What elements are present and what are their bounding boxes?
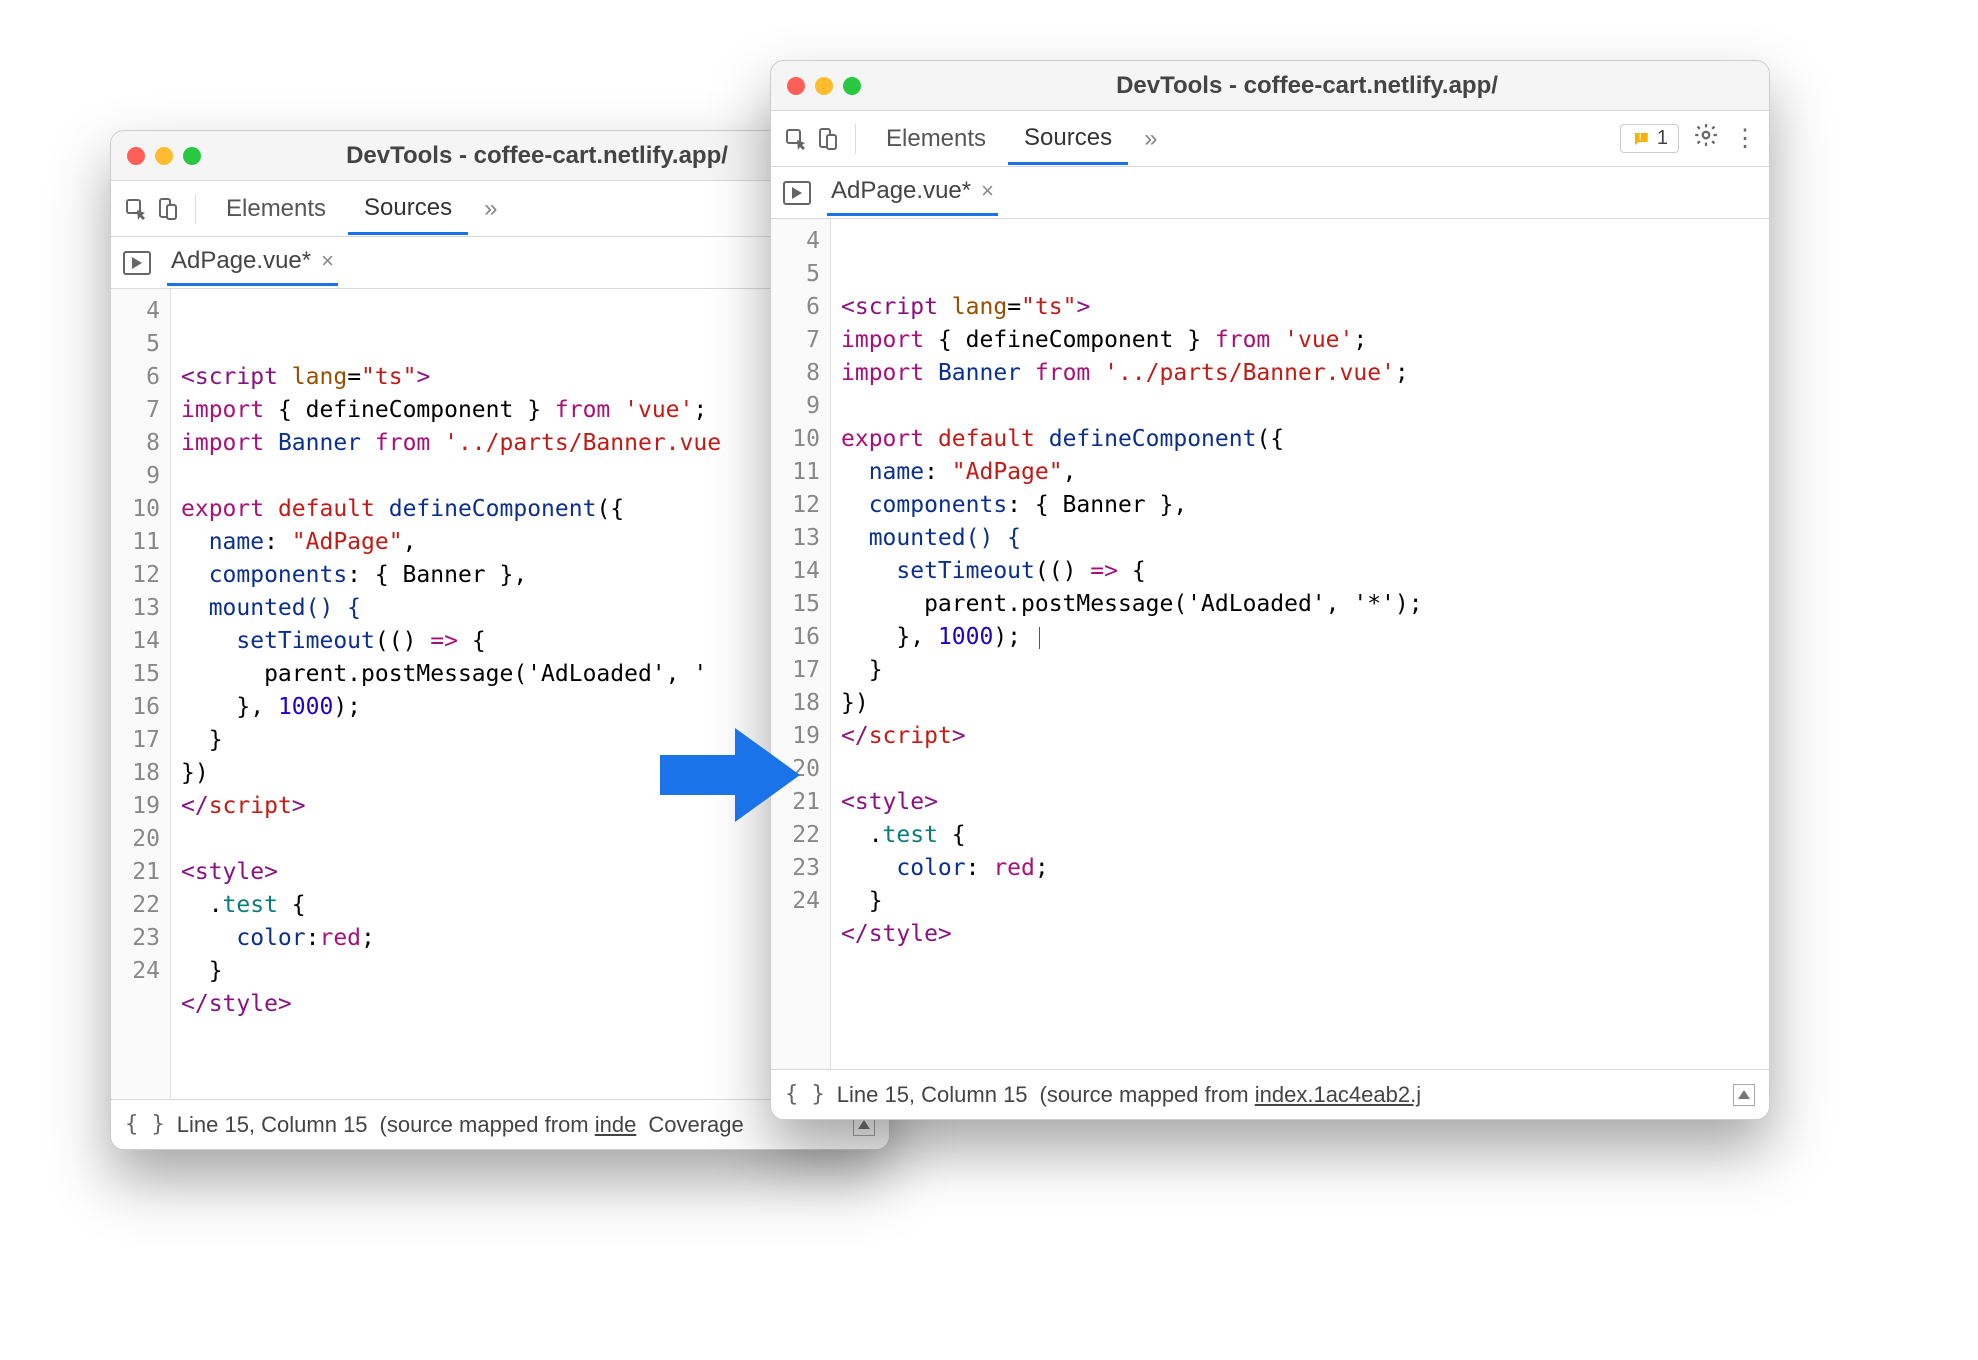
drawer-toggle-icon[interactable]: [1733, 1084, 1755, 1106]
window-close-button[interactable]: [127, 147, 145, 165]
more-options-icon[interactable]: ⋮: [1733, 124, 1757, 153]
more-tabs-chevron[interactable]: »: [474, 195, 507, 223]
source-map-info: (source mapped from inde: [380, 1112, 637, 1138]
issues-count: 1: [1657, 127, 1668, 150]
code-content[interactable]: <script lang="ts"> import { defineCompon…: [831, 219, 1769, 1069]
titlebar[interactable]: DevTools - coffee-cart.netlify.app/: [771, 61, 1769, 111]
cursor-position: Line 15, Column 15: [837, 1082, 1028, 1108]
svg-text:!: !: [1639, 131, 1642, 141]
coverage-label[interactable]: Coverage: [648, 1112, 743, 1138]
line-gutter: 4 5 6 7 8 9 10 11 12 13 14 15 16 17 18 1…: [111, 289, 171, 1099]
tab-sources[interactable]: Sources: [348, 184, 468, 235]
close-file-icon[interactable]: ×: [981, 178, 994, 204]
settings-icon[interactable]: [1693, 122, 1719, 155]
cursor-position: Line 15, Column 15: [177, 1112, 368, 1138]
line-gutter: 4 5 6 7 8 9 10 11 12 13 14 15 16 17 18 1…: [771, 219, 831, 1069]
window-title: DevTools - coffee-cart.netlify.app/: [861, 72, 1753, 100]
file-tab-label: AdPage.vue*: [831, 177, 971, 205]
tab-sources[interactable]: Sources: [1008, 114, 1128, 165]
window-zoom-button[interactable]: [843, 77, 861, 95]
file-tab-label: AdPage.vue*: [171, 247, 311, 275]
window-minimize-button[interactable]: [815, 77, 833, 95]
device-toggle-icon[interactable]: [815, 126, 841, 152]
format-icon[interactable]: { }: [785, 1082, 825, 1107]
devtools-window-right: DevTools - coffee-cart.netlify.app/ Elem…: [770, 60, 1770, 1120]
transition-arrow-icon: [655, 720, 805, 830]
close-file-icon[interactable]: ×: [321, 248, 334, 274]
tab-elements[interactable]: Elements: [870, 115, 1002, 163]
inspect-element-icon[interactable]: [783, 126, 809, 152]
window-close-button[interactable]: [787, 77, 805, 95]
tab-elements[interactable]: Elements: [210, 185, 342, 233]
text-cursor: [1039, 627, 1040, 649]
device-toggle-icon[interactable]: [155, 196, 181, 222]
window-minimize-button[interactable]: [155, 147, 173, 165]
file-tab[interactable]: AdPage.vue* ×: [167, 239, 338, 286]
file-tab-bar: AdPage.vue* ×: [771, 167, 1769, 219]
format-icon[interactable]: { }: [125, 1112, 165, 1137]
issues-badge[interactable]: ! 1: [1620, 124, 1679, 153]
inspect-element-icon[interactable]: [123, 196, 149, 222]
main-toolbar: Elements Sources » ! 1 ⋮: [771, 111, 1769, 167]
source-map-info: (source mapped from index.1ac4eab2.j: [1040, 1082, 1422, 1108]
run-snippet-icon[interactable]: [123, 251, 151, 275]
window-zoom-button[interactable]: [183, 147, 201, 165]
run-snippet-icon[interactable]: [783, 181, 811, 205]
status-bar: { } Line 15, Column 15 (source mapped fr…: [771, 1069, 1769, 1119]
file-tab[interactable]: AdPage.vue* ×: [827, 169, 998, 216]
code-editor[interactable]: 4 5 6 7 8 9 10 11 12 13 14 15 16 17 18 1…: [771, 219, 1769, 1069]
more-tabs-chevron[interactable]: »: [1134, 125, 1167, 153]
